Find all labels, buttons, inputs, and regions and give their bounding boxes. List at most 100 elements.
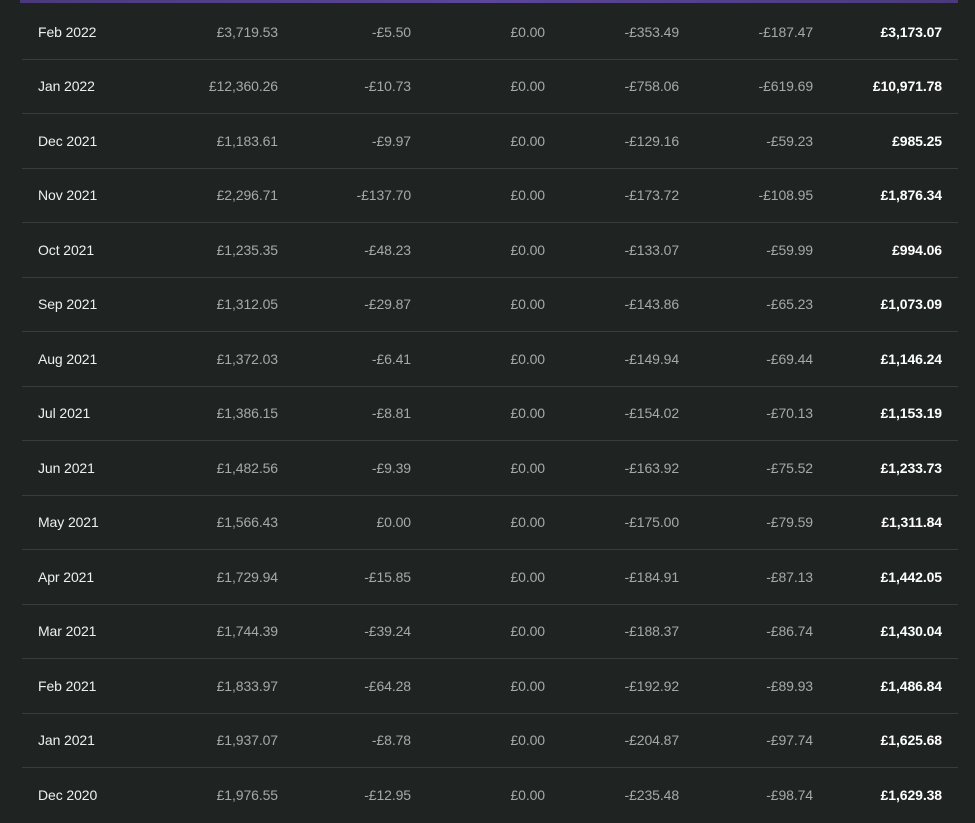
earnings-table: Feb 2022 £3,719.53 -£5.50 £0.00 -£353.49…: [22, 5, 958, 823]
gross-amount-cell: £1,312.05: [216, 296, 278, 313]
net-amount-cell: £1,430.04: [880, 623, 942, 640]
deduction-1-cell: -£39.24: [364, 623, 411, 640]
table-row[interactable]: Feb 2022 £3,719.53 -£5.50 £0.00 -£353.49…: [22, 5, 958, 60]
deduction-3-cell: -£192.92: [624, 677, 680, 694]
deduction-3-cell: -£133.07: [624, 241, 680, 258]
month-cell: May 2021: [38, 514, 99, 531]
deduction-4-cell: -£619.69: [758, 78, 814, 95]
table-row[interactable]: Jun 2021 £1,482.56 -£9.39 £0.00 -£163.92…: [22, 441, 958, 496]
deduction-3-cell: -£204.87: [624, 732, 680, 749]
deduction-2-cell: £0.00: [510, 623, 545, 640]
table-row[interactable]: Jul 2021 £1,386.15 -£8.81 £0.00 -£154.02…: [22, 387, 958, 441]
deduction-1-cell: -£6.41: [371, 350, 411, 367]
table-row[interactable]: Dec 2021 £1,183.61 -£9.97 £0.00 -£129.16…: [22, 114, 958, 169]
deduction-3-cell: -£758.06: [624, 78, 680, 95]
deduction-4-cell: -£89.93: [766, 677, 813, 694]
gross-amount-cell: £1,744.39: [216, 623, 278, 640]
deduction-2-cell: £0.00: [510, 677, 545, 694]
month-cell: Dec 2021: [38, 132, 98, 149]
net-amount-cell: £1,311.84: [881, 514, 942, 531]
table-row[interactable]: Mar 2021 £1,744.39 -£39.24 £0.00 -£188.3…: [22, 605, 958, 659]
net-amount-cell: £1,146.24: [880, 350, 942, 367]
deduction-3-cell: -£129.16: [624, 132, 680, 149]
deduction-3-cell: -£143.86: [624, 296, 680, 313]
net-amount-cell: £10,971.78: [872, 78, 942, 95]
deduction-2-cell: £0.00: [510, 23, 545, 40]
table-row[interactable]: May 2021 £1,566.43 £0.00 £0.00 -£175.00 …: [22, 496, 958, 550]
deduction-4-cell: -£59.23: [766, 132, 813, 149]
table-row[interactable]: Aug 2021 £1,372.03 -£6.41 £0.00 -£149.94…: [22, 332, 958, 387]
net-amount-cell: £3,173.07: [880, 23, 942, 40]
deduction-3-cell: -£154.02: [624, 405, 680, 422]
deduction-2-cell: £0.00: [510, 132, 545, 149]
month-cell: Oct 2021: [38, 241, 95, 258]
deduction-4-cell: -£108.95: [758, 187, 814, 204]
net-amount-cell: £994.06: [892, 241, 942, 258]
deduction-2-cell: £0.00: [510, 296, 545, 313]
gross-amount-cell: £1,976.55: [216, 787, 278, 804]
month-cell: Sep 2021: [38, 296, 98, 313]
deduction-1-cell: -£8.81: [371, 405, 411, 422]
gross-amount-cell: £1,386.15: [216, 405, 278, 422]
deduction-4-cell: -£79.59: [766, 514, 813, 531]
deduction-1-cell: -£29.87: [364, 296, 411, 313]
gross-amount-cell: £1,372.03: [216, 350, 278, 367]
deduction-1-cell: -£9.97: [371, 132, 411, 149]
deduction-3-cell: -£235.48: [624, 787, 680, 804]
deduction-1-cell: -£48.23: [364, 241, 411, 258]
month-cell: Mar 2021: [38, 623, 97, 640]
month-cell: Jun 2021: [38, 459, 95, 476]
table-row[interactable]: Apr 2021 £1,729.94 -£15.85 £0.00 -£184.9…: [22, 550, 958, 605]
table-row[interactable]: Dec 2020 £1,976.55 -£12.95 £0.00 -£235.4…: [22, 768, 958, 823]
table-row[interactable]: Jan 2021 £1,937.07 -£8.78 £0.00 -£204.87…: [22, 714, 958, 768]
month-cell: Jan 2021: [38, 732, 95, 749]
month-cell: Apr 2021: [38, 568, 95, 585]
net-amount-cell: £1,233.73: [880, 459, 942, 476]
deduction-4-cell: -£98.74: [766, 787, 813, 804]
deduction-4-cell: -£97.74: [766, 732, 813, 749]
gross-amount-cell: £3,719.53: [216, 23, 278, 40]
table-row[interactable]: Oct 2021 £1,235.35 -£48.23 £0.00 -£133.0…: [22, 223, 958, 278]
table-row[interactable]: Sep 2021 £1,312.05 -£29.87 £0.00 -£143.8…: [22, 278, 958, 332]
gross-amount-cell: £1,937.07: [216, 732, 278, 749]
top-accent-bar: [20, 0, 958, 3]
gross-amount-cell: £1,183.61: [216, 132, 278, 149]
net-amount-cell: £1,153.19: [880, 405, 942, 422]
deduction-1-cell: -£5.50: [371, 23, 411, 40]
table-row[interactable]: Nov 2021 £2,296.71 -£137.70 £0.00 -£173.…: [22, 169, 958, 223]
month-cell: Aug 2021: [38, 350, 98, 367]
deduction-4-cell: -£69.44: [766, 350, 813, 367]
month-cell: Nov 2021: [38, 187, 98, 204]
deduction-1-cell: £0.00: [376, 514, 411, 531]
deduction-1-cell: -£15.85: [364, 568, 411, 585]
deduction-2-cell: £0.00: [510, 187, 545, 204]
deduction-2-cell: £0.00: [510, 568, 545, 585]
deduction-2-cell: £0.00: [510, 241, 545, 258]
net-amount-cell: £1,486.84: [880, 677, 942, 694]
deduction-3-cell: -£175.00: [624, 514, 680, 531]
deduction-2-cell: £0.00: [510, 78, 545, 95]
net-amount-cell: £1,629.38: [880, 787, 942, 804]
table-row[interactable]: Jan 2022 £12,360.26 -£10.73 £0.00 -£758.…: [22, 60, 958, 114]
net-amount-cell: £1,073.09: [880, 296, 942, 313]
month-cell: Feb 2022: [38, 23, 97, 40]
deduction-3-cell: -£184.91: [624, 568, 680, 585]
gross-amount-cell: £1,235.35: [216, 241, 278, 258]
gross-amount-cell: £1,729.94: [216, 568, 278, 585]
deduction-4-cell: -£70.13: [766, 405, 813, 422]
table-row[interactable]: Feb 2021 £1,833.97 -£64.28 £0.00 -£192.9…: [22, 659, 958, 714]
month-cell: Feb 2021: [38, 677, 97, 694]
gross-amount-cell: £12,360.26: [208, 78, 278, 95]
deduction-4-cell: -£187.47: [758, 23, 814, 40]
deduction-4-cell: -£59.99: [766, 241, 813, 258]
month-cell: Jan 2022: [38, 78, 95, 95]
deduction-3-cell: -£353.49: [624, 23, 680, 40]
gross-amount-cell: £1,482.56: [216, 459, 278, 476]
net-amount-cell: £1,876.34: [880, 187, 942, 204]
deduction-1-cell: -£137.70: [356, 187, 412, 204]
deduction-2-cell: £0.00: [510, 405, 545, 422]
net-amount-cell: £1,625.68: [880, 732, 942, 749]
deduction-2-cell: £0.00: [510, 732, 545, 749]
deduction-2-cell: £0.00: [510, 350, 545, 367]
gross-amount-cell: £1,566.43: [216, 514, 278, 531]
